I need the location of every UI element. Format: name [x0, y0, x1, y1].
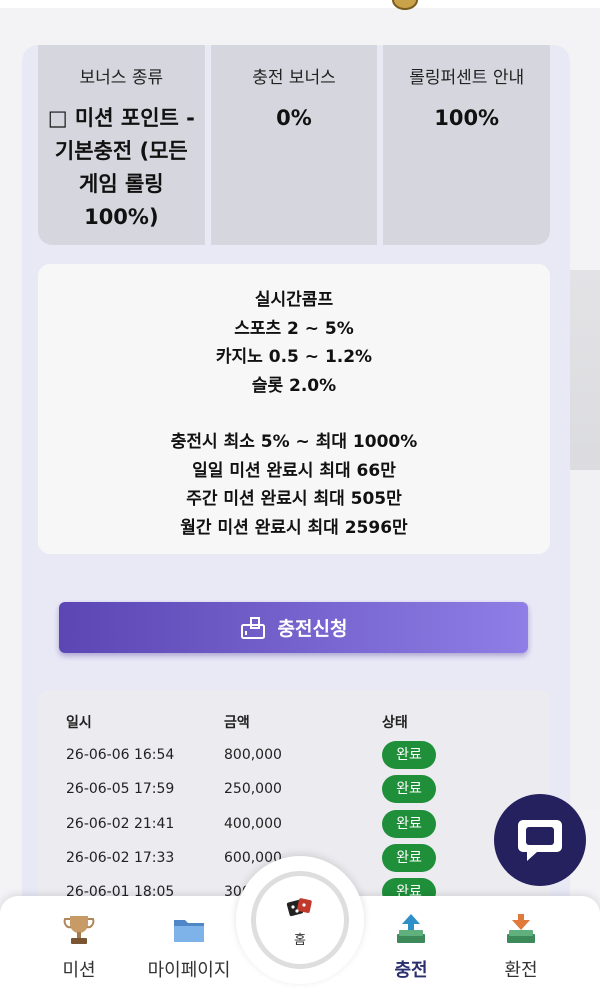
- history-amount: 800,000: [224, 747, 282, 763]
- nav-withdraw-label: 환전: [504, 960, 538, 981]
- deposit-apply-label: 충전신청: [277, 618, 348, 640]
- trophy-icon: [63, 916, 95, 944]
- chat-bubble-icon: [518, 820, 562, 861]
- comp-info-box: 실시간콤프 스포츠 2 ~ 5% 카지노 0.5 ~ 1.2% 슬롯 2.0% …: [38, 264, 550, 554]
- nav-withdraw[interactable]: 환전: [466, 896, 576, 990]
- logo-icon: [392, 0, 418, 10]
- rolling-percent-cell: 롤링퍼센트 안내 100%: [383, 45, 551, 245]
- comp-line: 스포츠 2 ~ 5%: [234, 318, 354, 339]
- history-date: 26-06-05 17:59: [66, 781, 175, 797]
- history-row[interactable]: 26-06-02 21:41 400,000 완료: [66, 807, 546, 841]
- nav-deposit-label: 충전: [394, 960, 428, 981]
- mission-line: 일일 미션 완료시 최대 66만: [192, 460, 396, 481]
- col-date-header: 일시: [66, 715, 92, 731]
- deposit-form-icon: [240, 616, 265, 639]
- top-bar: [0, 0, 600, 8]
- nav-home[interactable]: 홈: [236, 856, 364, 984]
- nav-mission[interactable]: 미션: [24, 896, 134, 990]
- history-date: 26-06-02 17:33: [66, 850, 175, 866]
- bonus-type-cell: 보너스 종류 □ 미션 포인트 - 기본충전 (모든게임 롤링 100%): [38, 45, 205, 245]
- nav-mission-label: 미션: [62, 960, 96, 981]
- background-decoration: [566, 470, 600, 810]
- nav-mypage-label: 마이페이지: [147, 960, 231, 981]
- status-badge: 완료: [382, 775, 436, 803]
- folder-icon: [174, 920, 204, 942]
- comp-line: 카지노 0.5 ~ 1.2%: [215, 347, 373, 367]
- bonus-table: 보너스 종류 □ 미션 포인트 - 기본충전 (모든게임 롤링 100%) 충전…: [38, 45, 551, 245]
- rolling-percent-value: 100%: [434, 106, 500, 130]
- status-badge: 완료: [382, 741, 436, 769]
- bonus-type-header: 보너스 종류: [79, 68, 164, 88]
- mission-line: 월간 미션 완료시 최대 2596만: [180, 517, 408, 538]
- deposit-bonus-cell: 충전 보너스 0%: [210, 45, 378, 245]
- deposit-bonus-header: 충전 보너스: [252, 68, 336, 88]
- deposit-bonus-value: 0%: [276, 106, 312, 130]
- history-date: 26-06-02 21:41: [66, 816, 175, 832]
- status-badge: 완료: [382, 810, 436, 838]
- col-amount-header: 금액: [224, 715, 250, 731]
- nav-home-label: 홈: [294, 932, 306, 948]
- col-status-header: 상태: [382, 715, 408, 731]
- history-date: 26-06-06 16:54: [66, 747, 175, 763]
- deposit-apply-button[interactable]: 충전신청: [59, 602, 528, 653]
- home-dice-icon: [286, 897, 312, 916]
- nav-mypage[interactable]: 마이페이지: [134, 896, 244, 990]
- withdraw-icon: [507, 914, 535, 943]
- mission-line: 주간 미션 완료시 최대 505만: [186, 489, 402, 509]
- status-badge: 완료: [382, 844, 436, 872]
- history-header-row: 일시 금액 상태: [66, 705, 546, 739]
- mission-line: 충전시 최소 5% ~ 최대 1000%: [170, 432, 418, 452]
- history-amount: 400,000: [224, 816, 282, 832]
- bonus-type-value: □ 미션 포인트 - 기본충전 (모든게임 롤링 100%): [47, 106, 195, 229]
- history-row[interactable]: 26-06-05 17:59 250,000 완료: [66, 772, 546, 806]
- comp-title: 실시간콤프: [254, 290, 334, 310]
- comp-line: 슬롯 2.0%: [251, 375, 337, 396]
- deposit-icon: [397, 914, 425, 943]
- nav-deposit[interactable]: 충전: [356, 896, 466, 990]
- live-chat-button[interactable]: [494, 794, 586, 886]
- deposit-panel: 보너스 종류 □ 미션 포인트 - 기본충전 (모든게임 롤링 100%) 충전…: [22, 45, 570, 915]
- history-amount: 250,000: [224, 781, 282, 797]
- history-row[interactable]: 26-06-06 16:54 800,000 완료: [66, 738, 546, 772]
- rolling-percent-header: 롤링퍼센트 안내: [409, 68, 525, 88]
